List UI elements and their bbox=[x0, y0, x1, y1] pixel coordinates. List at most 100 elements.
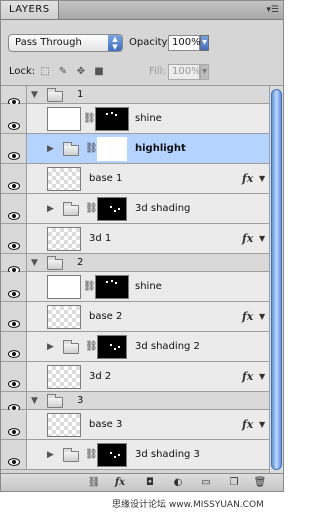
mask-link-icon[interactable]: ⛓ bbox=[85, 143, 98, 154]
layer-effects-icon[interactable]: fx bbox=[242, 418, 253, 431]
lock-pixels-icon[interactable]: ✎ bbox=[57, 66, 69, 78]
opacity-field[interactable]: 100% bbox=[168, 35, 201, 51]
scrollbar-thumb[interactable] bbox=[271, 89, 282, 470]
visibility-toggle[interactable] bbox=[1, 104, 27, 133]
lock-transparent-icon[interactable]: ⬚ bbox=[39, 66, 51, 78]
layer-row[interactable]: ⛓ shine bbox=[1, 272, 269, 302]
visibility-toggle[interactable] bbox=[1, 224, 27, 253]
collapse-triangle-icon[interactable]: ▼ bbox=[31, 396, 38, 406]
layer-group-row[interactable]: ▶ ⛓ 3d shading bbox=[1, 194, 269, 224]
layers-scrollbar[interactable] bbox=[269, 86, 283, 473]
layer-mask-thumbnail[interactable] bbox=[97, 197, 127, 221]
layer-thumbnail[interactable] bbox=[47, 413, 81, 437]
layer-name[interactable]: shine bbox=[135, 281, 162, 292]
adjustment-layer-icon[interactable]: ◐ bbox=[171, 477, 185, 489]
blend-mode-select[interactable]: Pass Through ▲ ▼ bbox=[8, 34, 123, 52]
folder-icon bbox=[47, 393, 63, 408]
layer-group-row[interactable]: ▼ 3 bbox=[1, 392, 269, 412]
layer-group-row[interactable]: ▶ ⛓ 3d shading 3 bbox=[1, 440, 269, 470]
layer-effects-icon[interactable]: fx bbox=[242, 310, 253, 323]
effects-expand-icon[interactable]: ▼ bbox=[259, 234, 265, 243]
tab-layers[interactable]: LAYERS bbox=[1, 1, 59, 19]
mask-link-icon[interactable]: ⛓ bbox=[83, 281, 96, 292]
layer-mask-thumbnail[interactable] bbox=[97, 335, 127, 359]
mask-link-icon[interactable]: ⛓ bbox=[85, 449, 98, 460]
fill-dropdown-button[interactable]: ▼ bbox=[200, 64, 209, 80]
mask-link-icon[interactable]: ⛓ bbox=[83, 113, 96, 124]
layer-thumbnail[interactable] bbox=[47, 305, 81, 329]
visibility-toggle[interactable] bbox=[1, 194, 27, 223]
layer-thumbnail[interactable] bbox=[47, 167, 81, 191]
mask-link-icon[interactable]: ⛓ bbox=[85, 341, 98, 352]
layer-row[interactable]: 3d 2 fx ▼ bbox=[1, 362, 269, 392]
layer-mask-thumbnail[interactable] bbox=[95, 275, 129, 299]
collapse-triangle-icon[interactable]: ▼ bbox=[31, 258, 38, 268]
layer-row[interactable]: ⛓ shine bbox=[1, 104, 269, 134]
layer-group-row[interactable]: ▶ ⛓ 3d shading 2 bbox=[1, 332, 269, 362]
expand-triangle-icon[interactable]: ▶ bbox=[47, 342, 54, 352]
expand-triangle-icon[interactable]: ▶ bbox=[47, 144, 54, 154]
panel-menu-icon[interactable]: ▾☰ bbox=[266, 2, 279, 18]
layer-effects-icon[interactable]: fx bbox=[242, 232, 253, 245]
new-layer-icon[interactable]: ❐ bbox=[227, 477, 241, 489]
visibility-toggle[interactable] bbox=[1, 410, 27, 439]
layer-mask-thumbnail[interactable] bbox=[95, 107, 129, 131]
visibility-toggle[interactable] bbox=[1, 302, 27, 331]
visibility-toggle[interactable] bbox=[1, 86, 27, 106]
layer-group-row[interactable]: ▼ 1 bbox=[1, 86, 269, 106]
visibility-toggle[interactable] bbox=[1, 164, 27, 193]
layer-row[interactable]: 3d 1 fx ▼ bbox=[1, 224, 269, 254]
add-mask-icon[interactable]: ◘ bbox=[143, 477, 157, 489]
layer-group-row[interactable]: ▼ 2 bbox=[1, 254, 269, 274]
layer-mask-thumbnail[interactable] bbox=[97, 443, 127, 467]
opacity-dropdown-button[interactable]: ▼ bbox=[200, 35, 209, 51]
layer-name[interactable]: base 1 bbox=[89, 173, 122, 184]
layer-effects-icon[interactable]: fx bbox=[242, 172, 253, 185]
layer-thumbnail[interactable] bbox=[47, 227, 81, 251]
visibility-toggle[interactable] bbox=[1, 332, 27, 361]
layer-name[interactable]: 1 bbox=[77, 89, 83, 100]
lock-all-icon[interactable]: ■ bbox=[93, 66, 105, 78]
layer-name[interactable]: shine bbox=[135, 113, 162, 124]
layer-name[interactable]: 3 bbox=[77, 395, 83, 406]
effects-expand-icon[interactable]: ▼ bbox=[259, 312, 265, 321]
trash-icon[interactable]: 🗑 bbox=[253, 477, 267, 489]
mask-link-icon[interactable]: ⛓ bbox=[85, 203, 98, 214]
visibility-toggle[interactable] bbox=[1, 272, 27, 301]
layer-name[interactable]: 3d shading 2 bbox=[135, 341, 200, 352]
layer-name[interactable]: 2 bbox=[77, 257, 83, 268]
fill-label: Fill: bbox=[149, 66, 166, 77]
layer-row[interactable]: base 2 fx ▼ bbox=[1, 302, 269, 332]
new-group-icon[interactable]: ▭ bbox=[199, 477, 213, 489]
visibility-toggle[interactable] bbox=[1, 254, 27, 274]
layer-row[interactable]: base 3 fx ▼ bbox=[1, 410, 269, 440]
layer-name[interactable]: base 3 bbox=[89, 419, 122, 430]
layer-name[interactable]: 3d shading 3 bbox=[135, 449, 200, 460]
layer-thumbnail[interactable] bbox=[47, 365, 81, 389]
expand-triangle-icon[interactable]: ▶ bbox=[47, 450, 54, 460]
layer-name[interactable]: 3d shading bbox=[135, 203, 190, 214]
effects-expand-icon[interactable]: ▼ bbox=[259, 372, 265, 381]
link-layers-icon[interactable]: ⛓ bbox=[87, 477, 101, 489]
layer-thumbnail[interactable] bbox=[47, 275, 81, 299]
visibility-toggle[interactable] bbox=[1, 362, 27, 391]
layer-mask-thumbnail[interactable] bbox=[97, 137, 127, 161]
collapse-triangle-icon[interactable]: ▼ bbox=[31, 90, 38, 100]
layer-row[interactable]: base 1 fx ▼ bbox=[1, 164, 269, 194]
effects-expand-icon[interactable]: ▼ bbox=[259, 420, 265, 429]
layer-name[interactable]: 3d 1 bbox=[89, 233, 111, 244]
layer-name[interactable]: base 2 bbox=[89, 311, 122, 322]
expand-triangle-icon[interactable]: ▶ bbox=[47, 204, 54, 214]
visibility-toggle[interactable] bbox=[1, 134, 27, 163]
layer-group-row[interactable]: ▶ ⛓ highlight bbox=[1, 134, 269, 164]
layer-thumbnail[interactable] bbox=[47, 107, 81, 131]
lock-position-icon[interactable]: ✥ bbox=[75, 66, 87, 78]
layer-name[interactable]: highlight bbox=[135, 143, 186, 154]
layer-effects-icon[interactable]: fx bbox=[242, 370, 253, 383]
visibility-toggle[interactable] bbox=[1, 440, 27, 469]
effects-expand-icon[interactable]: ▼ bbox=[259, 174, 265, 183]
fx-icon[interactable]: fx bbox=[113, 477, 127, 489]
fill-field[interactable]: 100% bbox=[168, 64, 201, 80]
layer-name[interactable]: 3d 2 bbox=[89, 371, 111, 382]
visibility-toggle[interactable] bbox=[1, 392, 27, 412]
